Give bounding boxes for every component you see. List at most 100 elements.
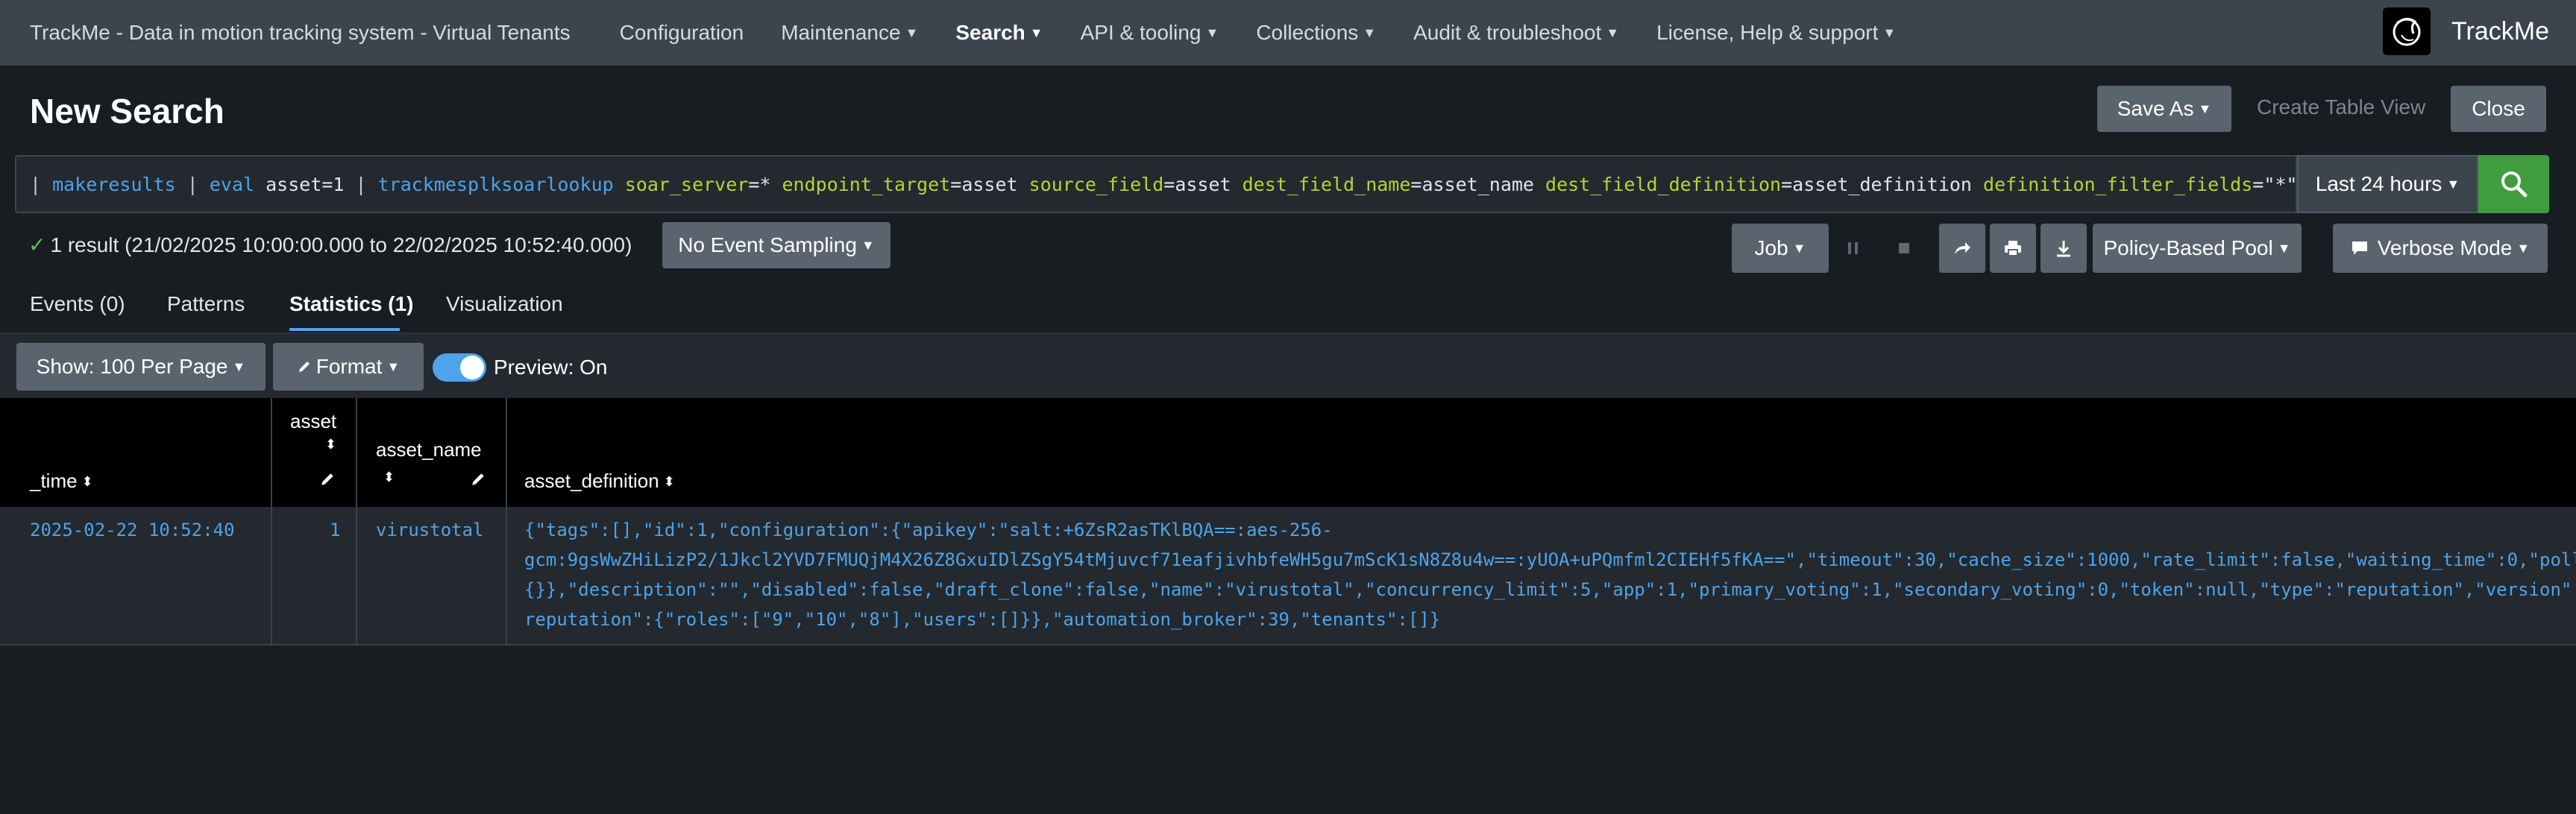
- tab-statistics[interactable]: Statistics (1): [289, 292, 414, 316]
- button-label: Verbose Mode: [2377, 236, 2513, 259]
- pause-icon[interactable]: [1841, 234, 1866, 262]
- toggle-knob: [460, 356, 484, 379]
- query-token: =asset_definition: [1781, 173, 1984, 195]
- column-label: asset_definition: [524, 470, 659, 492]
- column-header-time[interactable]: _time ⬍: [30, 470, 93, 493]
- pencil-icon: [298, 362, 310, 372]
- query-token: makeresults: [52, 173, 176, 195]
- query-token: =asset_name: [1410, 173, 1546, 195]
- column-edit-icon[interactable]: [319, 470, 336, 493]
- tab-patterns[interactable]: Patterns: [167, 292, 245, 316]
- query-token: eval: [209, 173, 255, 195]
- query-token: dest_field_name: [1242, 173, 1411, 195]
- check-icon: ✓: [28, 233, 46, 256]
- query-token: asset=1: [254, 173, 356, 195]
- brand[interactable]: TrackMe: [2383, 7, 2549, 55]
- column-header-asset[interactable]: asset: [290, 410, 336, 433]
- close-button[interactable]: Close: [2451, 86, 2546, 132]
- sort-icon[interactable]: ⬍: [325, 437, 336, 452]
- query-token: |: [30, 173, 53, 195]
- pool-selector[interactable]: Policy-Based Pool ▼: [2093, 224, 2302, 273]
- caret-down-icon: ▼: [2198, 101, 2212, 116]
- column-label: _time: [30, 470, 78, 492]
- caret-down-icon: ▼: [905, 25, 919, 40]
- format-dropdown[interactable]: Format ▼: [273, 343, 424, 391]
- nav-license-help[interactable]: License, Help & support ▼: [1656, 21, 1896, 45]
- query-token: endpoint_target: [782, 173, 951, 195]
- nav-api-tooling[interactable]: API & tooling ▼: [1081, 21, 1219, 45]
- search-query-input[interactable]: | makeresults | eval asset=1 | trackmesp…: [15, 155, 2297, 213]
- column-divider: [271, 398, 272, 507]
- nav-audit-troubleshoot[interactable]: Audit & troubleshoot ▼: [1413, 21, 1619, 45]
- query-token: =asset: [1163, 173, 1243, 195]
- button-label: Show: 100 Per Page: [36, 355, 228, 378]
- nav-label: Audit & troubleshoot: [1413, 21, 1602, 44]
- column-header-asset-definition[interactable]: asset_definition ⬍: [524, 470, 675, 493]
- time-range-label: Last 24 hours: [2315, 172, 2443, 195]
- nav-label: API & tooling: [1080, 21, 1201, 44]
- nav-maintenance[interactable]: Maintenance ▼: [781, 21, 918, 45]
- nav-label: Configuration: [619, 21, 744, 44]
- column-divider: [271, 507, 272, 644]
- preview-toggle[interactable]: [433, 353, 486, 382]
- column-divider: [356, 398, 357, 507]
- cell-asset-definition-line[interactable]: {}},"description":"","disabled":false,"d…: [524, 579, 2576, 600]
- cell-asset-definition-line[interactable]: reputation":{"roles":["9","10","8"],"use…: [524, 609, 1440, 630]
- cell-asset[interactable]: 1: [330, 520, 340, 540]
- print-icon: [2005, 241, 2021, 256]
- export-button[interactable]: [2041, 224, 2087, 273]
- caret-down-icon: ▼: [232, 359, 246, 374]
- caret-down-icon: ▼: [2516, 240, 2531, 256]
- per-page-dropdown[interactable]: Show: 100 Per Page ▼: [16, 343, 266, 391]
- query-token: trackmesplksoarlookup: [377, 173, 614, 195]
- create-table-view-button[interactable]: Create Table View: [2257, 95, 2425, 119]
- nav-collections[interactable]: Collections ▼: [1256, 21, 1376, 45]
- nav-label: Collections: [1256, 21, 1359, 44]
- cell-asset-definition-line[interactable]: gcm:9gsWwZHiLizP2/1Jkcl2YVD7FMUQjM4X26Z8…: [524, 549, 2576, 570]
- print-button[interactable]: [1990, 224, 2036, 273]
- nav-label: License, Help & support: [1656, 21, 1879, 44]
- active-tab-indicator: [289, 328, 400, 331]
- result-summary-text: 1 result (21/02/2025 10:00:00.000 to 22/…: [50, 233, 632, 256]
- query-token: |: [355, 173, 378, 195]
- time-range-picker[interactable]: Last 24 hours ▼: [2297, 155, 2478, 213]
- page-title: New Search: [30, 92, 224, 130]
- nav-search[interactable]: Search ▼: [955, 21, 1043, 45]
- button-label: Job: [1754, 236, 1788, 259]
- sort-icon[interactable]: ⬍: [383, 470, 395, 485]
- query-token: definition_filter_fields: [1983, 173, 2253, 195]
- nav-label: Maintenance: [781, 21, 901, 44]
- caret-down-icon: ▼: [1882, 25, 1897, 40]
- comment-icon: [2352, 242, 2367, 255]
- search-icon: [2501, 171, 2527, 198]
- caret-down-icon: ▼: [2446, 176, 2460, 192]
- tab-events[interactable]: Events (0): [30, 292, 125, 316]
- caret-down-icon: ▼: [1363, 25, 1377, 40]
- column-divider: [356, 507, 357, 644]
- cell-time[interactable]: 2025-02-22 10:52:40: [30, 520, 235, 540]
- nav-label: Search: [955, 21, 1025, 44]
- column-header-asset-name[interactable]: asset_name: [376, 438, 482, 461]
- download-icon: [2057, 241, 2070, 257]
- sort-icon: ⬍: [663, 474, 675, 489]
- column-edit-icon[interactable]: [470, 470, 486, 493]
- caret-down-icon: ▼: [2277, 240, 2291, 256]
- brand-name: TrackMe: [2451, 16, 2549, 45]
- app-title[interactable]: TrackMe - Data in motion tracking system…: [30, 21, 571, 45]
- column-divider: [506, 507, 507, 644]
- share-button[interactable]: [1939, 224, 1985, 273]
- button-label: Close: [2472, 97, 2525, 120]
- job-menu-button[interactable]: Job ▼: [1732, 224, 1829, 273]
- result-summary: ✓ 1 result (21/02/2025 10:00:00.000 to 22…: [28, 233, 632, 257]
- search-mode-selector[interactable]: Verbose Mode ▼: [2333, 224, 2548, 273]
- event-sampling-dropdown[interactable]: No Event Sampling ▼: [662, 222, 890, 268]
- trackme-logo-icon: [2383, 7, 2431, 55]
- cell-asset-definition-line[interactable]: {"tags":[],"id":1,"configuration":{"apik…: [524, 520, 1333, 540]
- stop-icon[interactable]: [1891, 234, 1917, 262]
- cell-asset-name[interactable]: virustotal: [376, 520, 484, 540]
- nav-configuration[interactable]: Configuration: [620, 21, 744, 45]
- tab-visualization[interactable]: Visualization: [446, 292, 563, 316]
- search-button[interactable]: [2478, 155, 2549, 213]
- query-token: =asset: [950, 173, 1029, 195]
- save-as-button[interactable]: Save As ▼: [2097, 86, 2231, 132]
